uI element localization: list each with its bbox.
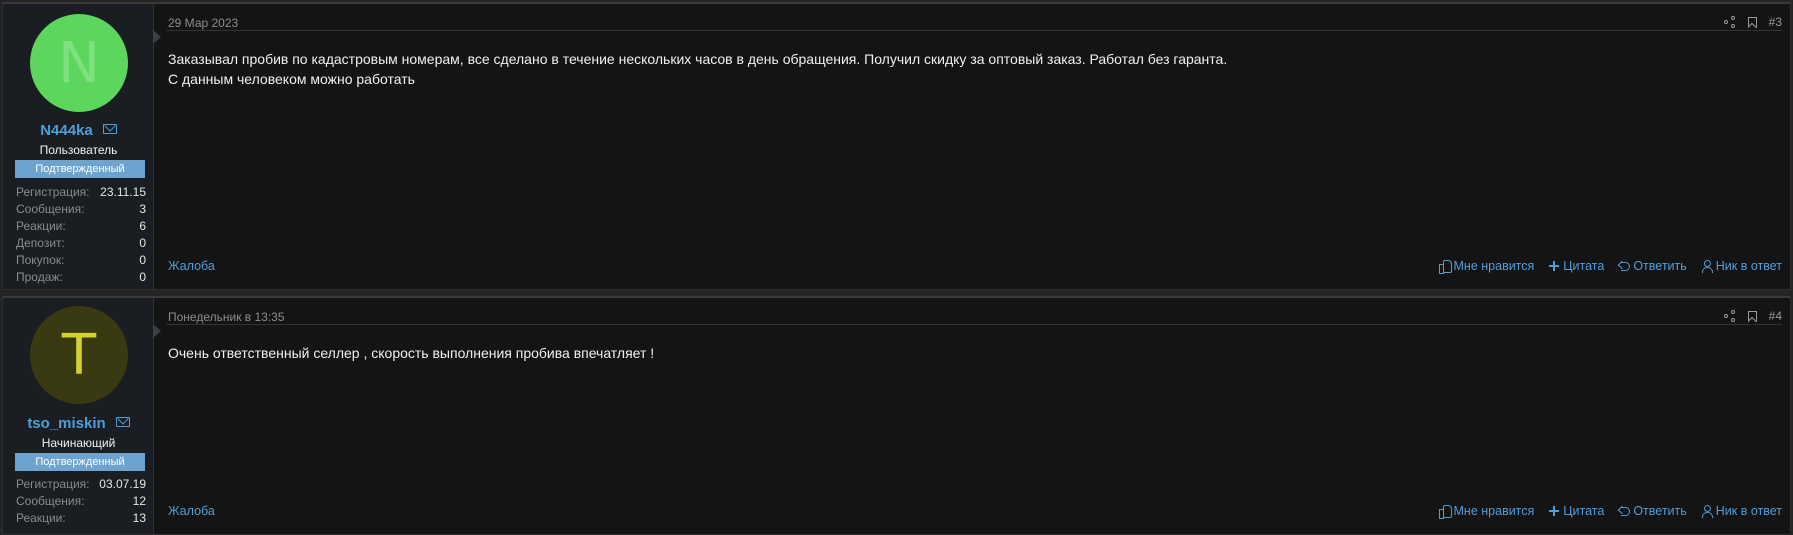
stat-row: Покупок: 0 <box>16 252 146 269</box>
post-meta: 29 Мар 2023 #3 <box>166 10 1782 31</box>
stat-value: 23.11.15 <box>100 185 146 199</box>
stat-value: 03.07.19 <box>99 477 146 491</box>
user-panel: T tso_miskin Начинающий Подтвержденный Р… <box>3 298 161 534</box>
plus-icon <box>1548 260 1560 272</box>
share-icon[interactable] <box>1723 16 1736 28</box>
post-body: Заказывал пробив по кадастровым номерам,… <box>168 49 1780 89</box>
verified-badge: Подтвержденный <box>15 160 145 178</box>
bookmark-icon[interactable] <box>1747 310 1757 322</box>
stat-row: Реакции: 13 <box>16 510 146 527</box>
user-stats: Регистрация: 23.11.15 Сообщения: 3 Реакции… <box>16 184 146 286</box>
stat-value: 12 <box>132 494 146 508</box>
post-main: Понедельник в 13:35 #4 Очень ответственн… <box>154 298 1790 534</box>
stat-value: 3 <box>139 202 146 216</box>
stat-row: Регистрация: 23.11.15 <box>16 184 146 201</box>
post-text-line: Заказывал пробив по кадастровым номерам,… <box>168 51 1228 67</box>
like-label: Мне нравится <box>1453 259 1535 273</box>
thumbs-up-icon <box>1438 505 1452 519</box>
post-text-line: С данным человеком можно работать <box>168 71 415 87</box>
reply-label: Ответить <box>1633 504 1687 518</box>
post-date[interactable]: 29 Мар 2023 <box>168 16 238 30</box>
username-row: N444ka <box>3 122 154 139</box>
reply-icon <box>1618 260 1631 272</box>
stat-row: Реакции: 6 <box>16 218 146 235</box>
thumbs-up-icon <box>1438 260 1452 274</box>
stat-label: Продаж: <box>16 270 63 284</box>
post-main: 29 Мар 2023 #3 Заказывал пробив по кадас… <box>154 4 1790 289</box>
post-date[interactable]: Понедельник в 13:35 <box>168 310 285 324</box>
stat-value: 13 <box>132 511 146 525</box>
share-icon[interactable] <box>1723 310 1736 322</box>
post-number[interactable]: #3 <box>1769 15 1782 29</box>
stat-label: Регистрация: <box>16 185 90 199</box>
user-role: Начинающий <box>41 436 116 450</box>
quote-label: Цитата <box>1563 504 1605 518</box>
stat-label: Сообщения: <box>16 494 85 508</box>
avatar[interactable]: N <box>30 14 128 112</box>
stat-label: Депозит: <box>16 236 65 250</box>
reply-button[interactable]: Ответить <box>1618 504 1687 518</box>
mail-icon[interactable] <box>115 417 130 428</box>
stat-label: Регистрация: <box>16 477 90 491</box>
post-body: Очень ответственный селлер , скорость вы… <box>168 343 1780 363</box>
post-actions: Мне нравится Цитата Ответить Ник в ответ <box>1438 504 1782 519</box>
user-stats: Регистрация: 03.07.19 Сообщения: 12 Реакци… <box>16 476 146 527</box>
quote-button[interactable]: Цитата <box>1548 504 1604 518</box>
post: T tso_miskin Начинающий Подтвержденный Р… <box>2 296 1791 535</box>
verified-badge: Подтвержденный <box>15 453 145 471</box>
reply-button[interactable]: Ответить <box>1618 259 1687 273</box>
stat-row: Сообщения: 12 <box>16 493 146 510</box>
avatar[interactable]: T <box>30 306 128 404</box>
user-role: Пользователь <box>39 143 118 157</box>
post-actions: Мне нравится Цитата Ответить Ник в ответ <box>1438 259 1782 274</box>
post-tools: #3 <box>1723 15 1782 29</box>
like-button[interactable]: Мне нравится <box>1438 259 1535 274</box>
report-link[interactable]: Жалоба <box>168 504 215 518</box>
nick-label: Ник в ответ <box>1715 504 1782 518</box>
nick-label: Ник в ответ <box>1715 259 1782 273</box>
reply-label: Ответить <box>1633 259 1687 273</box>
stat-value: 0 <box>139 270 146 284</box>
post-tools: #4 <box>1723 309 1782 323</box>
reply-icon <box>1618 505 1631 517</box>
post-number[interactable]: #4 <box>1769 309 1782 323</box>
nick-reply-button[interactable]: Ник в ответ <box>1701 504 1782 518</box>
post-meta: Понедельник в 13:35 #4 <box>166 304 1782 325</box>
stat-label: Сообщения: <box>16 202 85 216</box>
username-row: tso_miskin <box>3 415 154 432</box>
bookmark-icon[interactable] <box>1747 16 1757 28</box>
quote-button[interactable]: Цитата <box>1548 259 1604 273</box>
post: N N444ka Пользователь Подтвержденный Рег… <box>2 2 1791 290</box>
stat-label: Реакции: <box>16 511 66 525</box>
report-link[interactable]: Жалоба <box>168 259 215 273</box>
post-text-line: Очень ответственный селлер , скорость вы… <box>168 345 655 361</box>
stat-value: 6 <box>139 219 146 233</box>
post-footer: Жалоба Мне нравится Цитата Ответить Ник … <box>166 504 1782 522</box>
like-button[interactable]: Мне нравится <box>1438 504 1535 519</box>
username-link[interactable]: N444ka <box>40 122 93 139</box>
nick-reply-button[interactable]: Ник в ответ <box>1701 259 1782 273</box>
quote-label: Цитата <box>1563 259 1605 273</box>
plus-icon <box>1548 505 1560 517</box>
stat-value: 0 <box>139 236 146 250</box>
stat-label: Покупок: <box>16 253 65 267</box>
stat-value: 0 <box>139 253 146 267</box>
mail-icon[interactable] <box>102 124 117 135</box>
thread: N N444ka Пользователь Подтвержденный Рег… <box>0 0 1793 535</box>
stat-row: Сообщения: 3 <box>16 201 146 218</box>
user-icon <box>1701 505 1713 518</box>
stat-label: Реакции: <box>16 219 66 233</box>
user-icon <box>1701 260 1713 273</box>
stat-row: Депозит: 0 <box>16 235 146 252</box>
like-label: Мне нравится <box>1453 504 1535 518</box>
stat-row: Продаж: 0 <box>16 269 146 286</box>
user-panel: N N444ka Пользователь Подтвержденный Рег… <box>3 4 161 289</box>
post-footer: Жалоба Мне нравится Цитата Ответить Ник … <box>166 259 1782 277</box>
stat-row: Регистрация: 03.07.19 <box>16 476 146 493</box>
username-link[interactable]: tso_miskin <box>27 415 105 432</box>
